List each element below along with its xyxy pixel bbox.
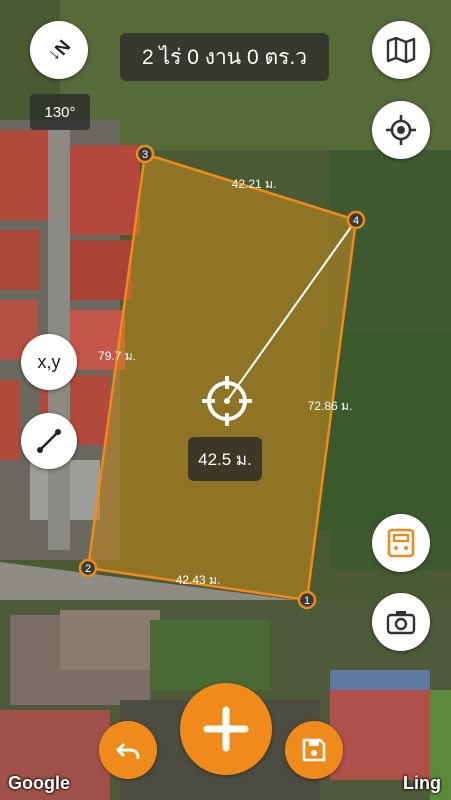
floppy-disk-icon [302, 738, 326, 762]
edge-length-label: 42.21 ม. [232, 177, 277, 191]
measure-readout: 42.5 ม. [188, 437, 262, 481]
vertex-label: 4 [353, 215, 359, 227]
coordinates-button[interactable]: x,y [21, 334, 77, 390]
my-location-button[interactable] [372, 101, 430, 159]
google-attribution: Google [8, 773, 70, 793]
ling-attribution: Ling [403, 773, 441, 793]
locate-icon [386, 115, 416, 145]
map-icon [386, 36, 416, 64]
vertex-label: 2 [85, 563, 91, 575]
map-layers-button[interactable] [372, 21, 430, 79]
edge-length-label: 79.7 ม. [98, 349, 136, 363]
area-summary: 2 ไร่ 0 งาน 0 ตร.ว [120, 33, 329, 81]
plot-vertex[interactable]: 3 [135, 144, 155, 164]
compass-button[interactable]: N↑ [30, 21, 88, 79]
plot-vertex[interactable]: 2 [78, 558, 98, 578]
undo-button[interactable] [99, 721, 157, 779]
compass-label: N [50, 35, 75, 59]
measure-distance-button[interactable] [21, 413, 77, 469]
vertex-label: 1 [304, 595, 310, 607]
undo-icon [116, 742, 140, 759]
plot-vertex[interactable]: 1 [297, 590, 317, 610]
north-arrow-icon: N↑ [44, 35, 75, 66]
calculator-button[interactable] [372, 514, 430, 572]
plot-polygon[interactable] [86, 152, 358, 602]
edge-length-label: 72.86 ม. [308, 399, 353, 413]
camera-button[interactable] [372, 593, 430, 651]
plot-vertex[interactable]: 4 [346, 210, 366, 230]
add-point-button[interactable] [180, 683, 272, 775]
plus-icon [203, 706, 249, 752]
save-button[interactable] [285, 721, 343, 779]
vertex-label: 3 [142, 149, 148, 161]
line-tool-icon [37, 429, 61, 453]
bearing-readout: 130° [30, 94, 90, 130]
calculator-icon [387, 528, 415, 558]
camera-icon [386, 611, 416, 635]
xy-label: x,y [37, 351, 61, 372]
edge-length-label: 42.43 ม. [176, 573, 221, 587]
